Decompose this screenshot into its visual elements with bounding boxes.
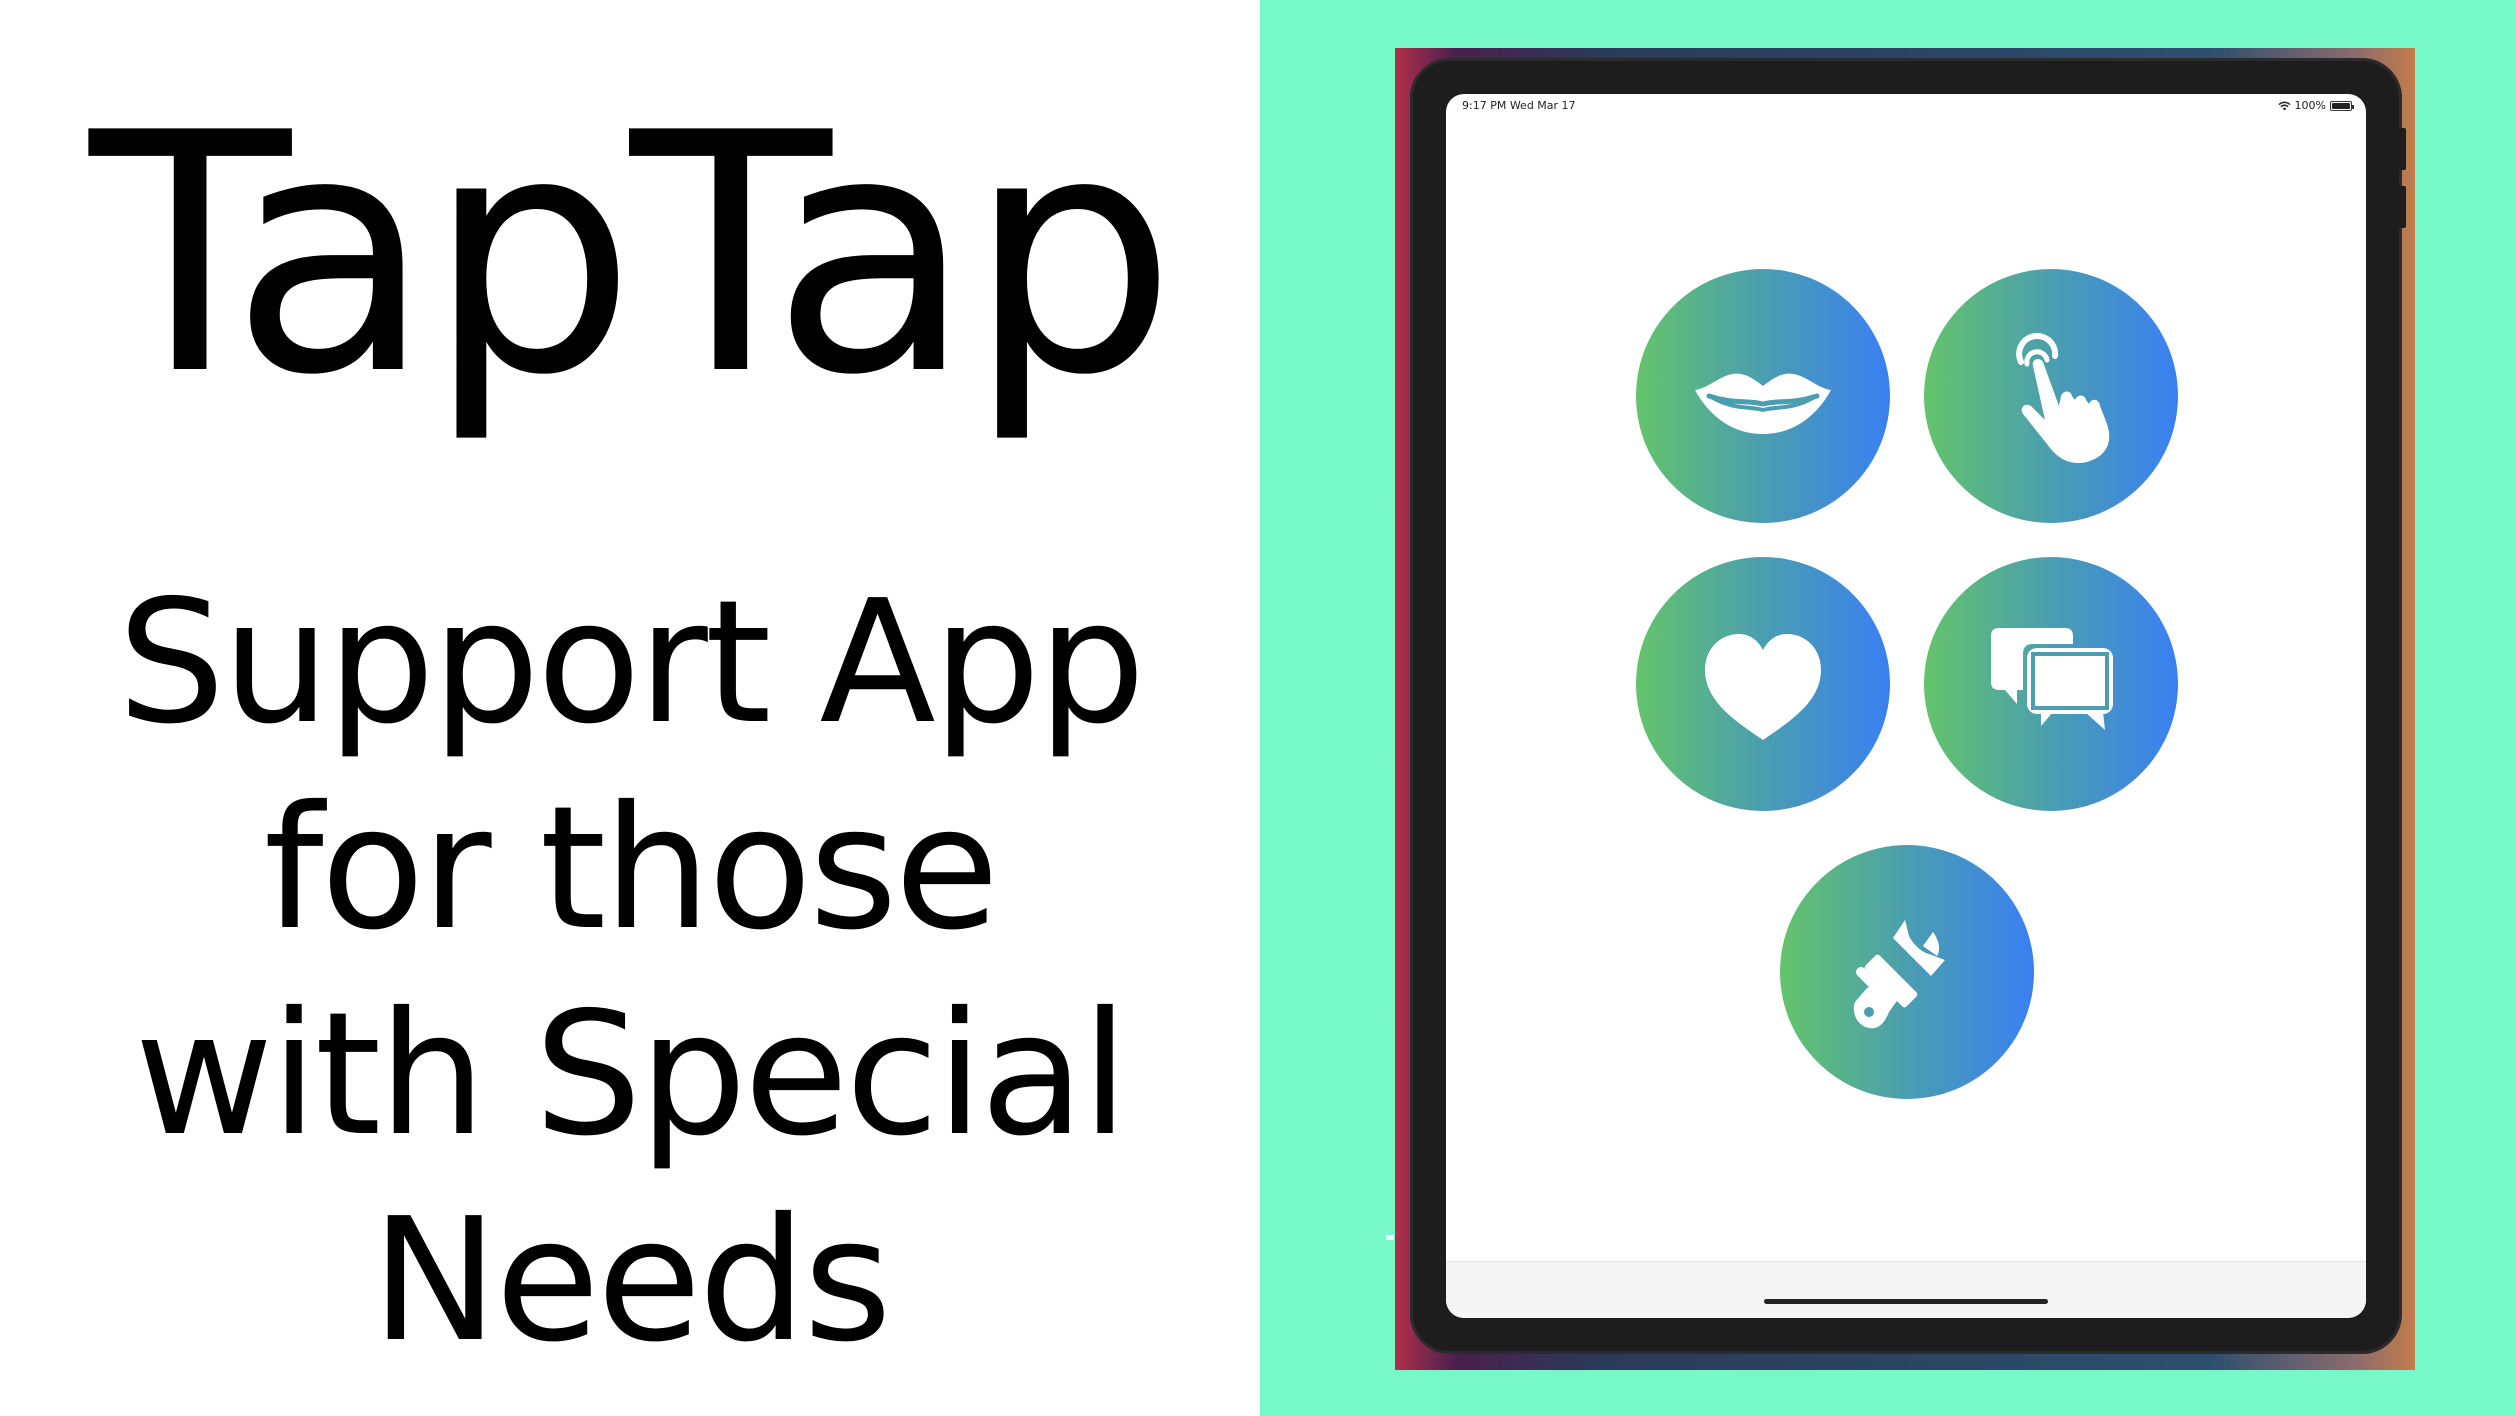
customize-button[interactable] <box>1780 845 2034 1099</box>
chat-button[interactable] <box>1924 557 2178 811</box>
lips-icon <box>1695 373 1831 434</box>
tagline: Support App for those with Special Needs <box>0 560 1260 1384</box>
home-bar-area <box>1446 1261 2366 1318</box>
tagline-line-2: for those <box>263 770 999 968</box>
home-indicator[interactable] <box>1764 1299 2048 1304</box>
speech-bubbles-icon <box>1991 628 2113 730</box>
speak-button[interactable] <box>1636 269 1890 523</box>
volume-down-button <box>2398 186 2406 228</box>
app-title: TapTap <box>89 63 1176 447</box>
battery-icon <box>2330 100 2354 111</box>
promo-panel: TapTap Support App for those with Specia… <box>0 0 1260 1416</box>
decorative-speck <box>1386 1235 1394 1240</box>
heart-icon <box>1705 634 1821 740</box>
wifi-icon <box>2278 101 2291 110</box>
tagline-line-1: Support App <box>117 564 1145 762</box>
tagline-line-4: Needs <box>371 1182 892 1380</box>
tagline-line-3: with Special <box>134 976 1128 1174</box>
status-time: 9:17 PM Wed Mar 17 <box>1462 99 1576 112</box>
tap-hand-icon <box>2016 333 2110 464</box>
volume-up-button <box>2398 128 2406 170</box>
status-bar: 9:17 PM Wed Mar 17 100% <box>1446 94 2366 118</box>
status-indicators: 100% <box>2278 99 2354 112</box>
battery-percent: 100% <box>2294 99 2326 112</box>
paintbrush-icon <box>1853 920 1945 1029</box>
tap-button[interactable] <box>1924 269 2178 523</box>
app-screen: 9:17 PM Wed Mar 17 100% <box>1446 94 2366 1318</box>
favorites-button[interactable] <box>1636 557 1890 811</box>
